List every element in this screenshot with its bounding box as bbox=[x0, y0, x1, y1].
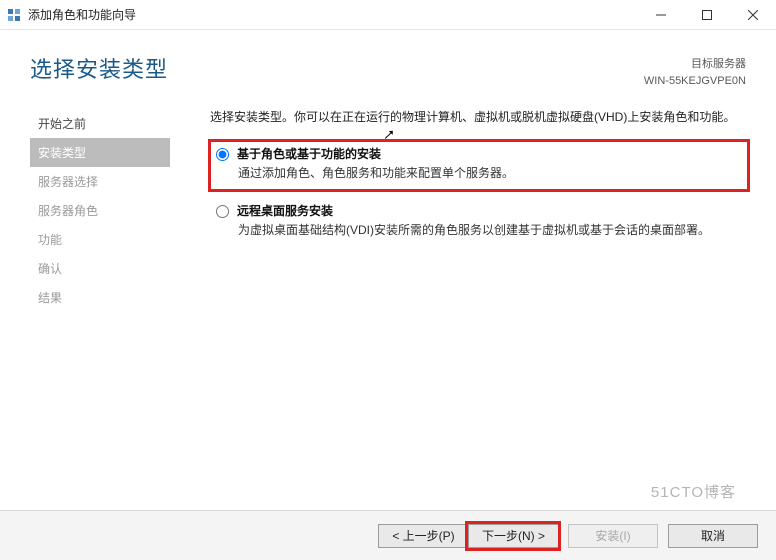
target-server-label: 目标服务器 bbox=[644, 56, 746, 73]
intro-text: 选择安装类型。你可以在正在运行的物理计算机、虚拟机或脱机虚拟硬盘(VHD)上安装… bbox=[210, 107, 748, 127]
option-role-based[interactable]: 基于角色或基于功能的安装 通过添加角色、角色服务和功能来配置单个服务器。 bbox=[210, 141, 748, 189]
step-before-you-begin[interactable]: 开始之前 bbox=[30, 109, 170, 138]
maximize-button[interactable] bbox=[684, 0, 730, 30]
option-rds-title: 远程桌面服务安装 bbox=[237, 202, 333, 219]
option-role-based-title: 基于角色或基于功能的安装 bbox=[237, 145, 381, 162]
radio-role-based[interactable] bbox=[216, 148, 229, 161]
option-rds[interactable]: 远程桌面服务安装 为虚拟桌面基础结构(VDI)安装所需的角色服务以创建基于虚拟机… bbox=[210, 198, 748, 246]
minimize-button[interactable] bbox=[638, 0, 684, 30]
option-role-based-desc: 通过添加角色、角色服务和功能来配置单个服务器。 bbox=[238, 162, 742, 183]
next-button[interactable]: 下一步(N) > bbox=[468, 524, 558, 548]
wizard-content: 选择安装类型。你可以在正在运行的物理计算机、虚拟机或脱机虚拟硬盘(VHD)上安装… bbox=[170, 99, 776, 497]
target-server-name: WIN-55KEJGVPE0N bbox=[644, 73, 746, 90]
step-confirmation: 确认 bbox=[30, 254, 170, 283]
option-rds-desc: 为虚拟桌面基础结构(VDI)安装所需的角色服务以创建基于虚拟机或基于会话的桌面部… bbox=[238, 219, 742, 240]
wizard-footer: < 上一步(P) 下一步(N) > 安装(I) 取消 bbox=[0, 510, 776, 560]
page-title: 选择安装类型 bbox=[30, 52, 168, 84]
wizard-steps-sidebar: 开始之前 安装类型 服务器选择 服务器角色 功能 确认 结果 bbox=[0, 99, 170, 497]
previous-button[interactable]: < 上一步(P) bbox=[378, 524, 468, 548]
install-button: 安装(I) bbox=[568, 524, 658, 548]
window-title: 添加角色和功能向导 bbox=[28, 6, 136, 23]
step-installation-type[interactable]: 安装类型 bbox=[30, 138, 170, 167]
step-results: 结果 bbox=[30, 283, 170, 312]
cancel-button[interactable]: 取消 bbox=[668, 524, 758, 548]
close-button[interactable] bbox=[730, 0, 776, 30]
app-icon bbox=[6, 7, 22, 23]
step-server-roles: 服务器角色 bbox=[30, 196, 170, 225]
step-server-selection: 服务器选择 bbox=[30, 167, 170, 196]
install-type-options: 基于角色或基于功能的安装 通过添加角色、角色服务和功能来配置单个服务器。 远程桌… bbox=[210, 141, 748, 245]
wizard-header: 选择安装类型 目标服务器 WIN-55KEJGVPE0N bbox=[0, 30, 776, 99]
radio-rds[interactable] bbox=[216, 205, 229, 218]
step-features: 功能 bbox=[30, 225, 170, 254]
window-titlebar: 添加角色和功能向导 bbox=[0, 0, 776, 30]
target-server-info: 目标服务器 WIN-55KEJGVPE0N bbox=[644, 52, 746, 89]
